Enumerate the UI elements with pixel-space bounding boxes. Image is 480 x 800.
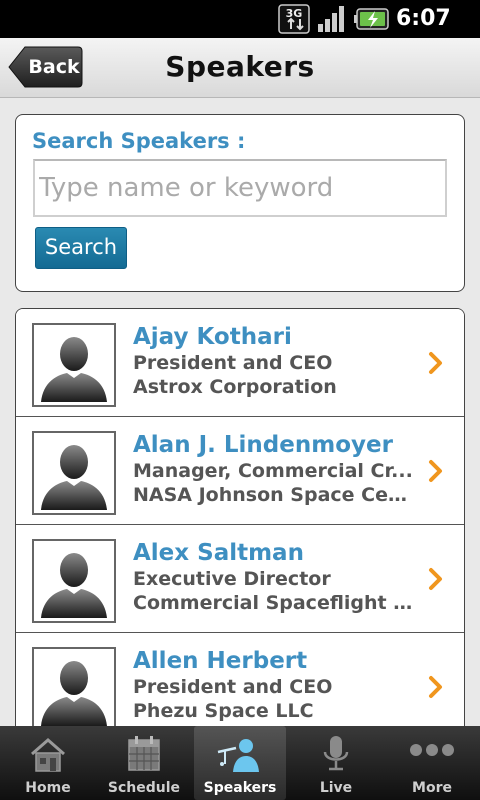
person-silhouette-icon [41,337,107,402]
tab-home[interactable]: Home [0,726,96,800]
header-bar: Speakers Back [0,38,480,98]
tab-speakers[interactable]: Speakers [194,726,286,800]
speaker-title: Manager, Commercial Cr... [133,460,413,482]
tab-schedule[interactable]: Schedule [96,726,192,800]
chevron-right-icon [429,352,442,374]
person-silhouette-icon [41,445,107,510]
search-input[interactable] [33,159,447,217]
signal-icon [318,6,344,32]
speaker-row[interactable]: Ajay Kothari President and CEO Astrox Co… [16,309,464,417]
tab-bar: Home Schedule Speakers Live More [0,726,480,800]
speaker-organization: Phezu Space LLC [133,700,314,722]
tab-live-label: Live [319,780,353,796]
tab-more-label: More [412,780,452,796]
speaker-title: President and CEO [133,676,333,698]
screen: 3G 6:07 PM Speakers [0,0,480,800]
microphone-icon [323,736,349,771]
tab-speakers-label: Speakers [203,780,277,796]
speaker-title: President and CEO [133,352,333,374]
speaker-row[interactable]: Alex Saltman Executive Director Commerci… [16,525,464,633]
network-3g-icon: 3G [278,4,310,34]
back-button[interactable]: Back [8,46,83,88]
speaker-name: Alex Saltman [133,540,304,566]
calendar-icon [128,736,160,771]
tab-live[interactable]: Live [288,726,384,800]
speaker-list: Ajay Kothari President and CEO Astrox Co… [15,308,465,748]
person-silhouette-icon [41,661,107,726]
avatar [32,323,116,407]
tab-schedule-label: Schedule [107,780,181,796]
home-icon [31,738,65,772]
chevron-right-icon [429,460,442,482]
avatar [32,431,116,515]
more-dots-icon [410,744,454,756]
speaker-name: Alan J. Lindenmoyer [133,432,393,458]
search-button[interactable]: Search [35,227,127,269]
speaker-row[interactable]: Allen Herbert President and CEO Phezu Sp… [16,633,464,741]
network-type: 3G [286,7,303,20]
clock-time: 6:07 [396,6,451,31]
avatar [32,647,116,731]
speaker-title: Executive Director [133,568,331,590]
tab-home-label: Home [25,780,71,796]
status-bar: 3G 6:07 PM [0,0,480,59]
search-label: Search Speakers : [32,129,246,153]
tab-more[interactable]: More [384,726,480,800]
search-panel: Search Speakers : Search [15,114,465,292]
chevron-right-icon [429,676,442,698]
speaker-organization: NASA Johnson Space Cen... [133,484,415,506]
speaker-name: Ajay Kothari [133,324,292,350]
speaker-organization: Astrox Corporation [133,376,337,398]
chevron-right-icon [429,568,442,590]
speaker-organization: Commercial Spaceflight F... [133,592,415,614]
back-button-label: Back [28,56,80,78]
speakers-icon [217,739,259,772]
speaker-name: Allen Herbert [133,648,308,674]
avatar [32,539,116,623]
battery-charging-icon [354,8,389,30]
speaker-row[interactable]: Alan J. Lindenmoyer Manager, Commercial … [16,417,464,525]
person-silhouette-icon [41,553,107,618]
